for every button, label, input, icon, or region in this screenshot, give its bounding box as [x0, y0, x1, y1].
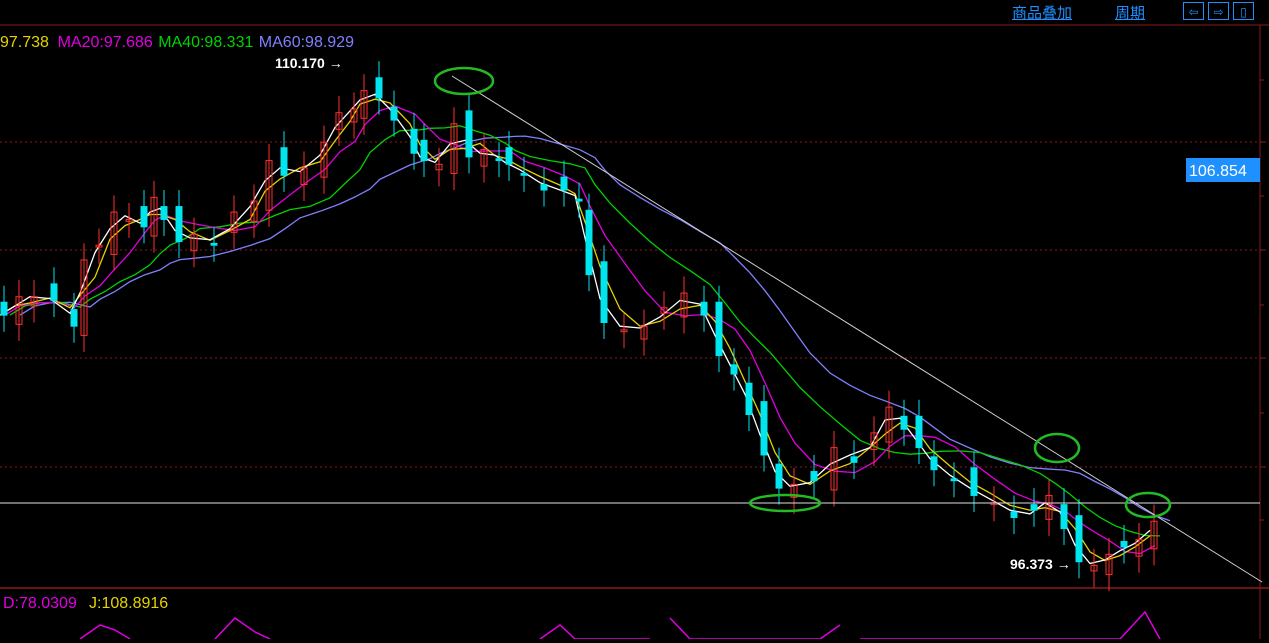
candle-body [760, 401, 768, 456]
candle-body [715, 301, 723, 357]
candle-body [775, 463, 783, 489]
candle-body [505, 147, 513, 165]
ma-legend-item: MA20:97.686 [58, 34, 153, 51]
candle-body [175, 206, 183, 243]
candle-body [50, 283, 58, 301]
candle-body [540, 183, 548, 191]
annotation-ellipse [1124, 491, 1172, 519]
candle-body [410, 128, 418, 154]
candle-body [600, 261, 608, 323]
candle-body [280, 147, 288, 176]
ma-legend-item: MA40:98.331 [158, 34, 253, 51]
candle-body [930, 456, 938, 471]
candle-body [210, 242, 218, 246]
candle-body [915, 415, 923, 449]
indicator-legend-item: J:108.8916 [89, 595, 168, 612]
candle-body [1060, 504, 1068, 530]
overlay-link[interactable]: 商品叠加 [1012, 2, 1072, 23]
candle-body [140, 206, 148, 228]
period-link[interactable]: 周期 [1115, 2, 1145, 23]
candle-body [1120, 540, 1128, 548]
candle-body [0, 301, 8, 316]
candle-body [495, 158, 503, 162]
trendline [451, 75, 1263, 583]
candle-body [390, 106, 398, 121]
candle-body [900, 415, 908, 430]
annotation-ellipse [433, 66, 495, 96]
low-label: 96.373 → [1010, 556, 1071, 572]
candle-body [1075, 515, 1083, 563]
candle-body [375, 77, 383, 99]
candle-body [810, 471, 818, 482]
ma60-line [19, 135, 1171, 522]
candle-body [850, 456, 858, 463]
nav-next-button[interactable]: ⇨ [1208, 2, 1229, 20]
candle-body [970, 467, 978, 496]
candle-body [520, 172, 528, 176]
annotation-ellipse [1033, 432, 1081, 464]
ma-legend-item: MA60:98.929 [259, 34, 354, 51]
high-label: 110.170 → [275, 55, 343, 71]
ma20-line [4, 105, 1156, 555]
nav-layout-button[interactable]: ▯ [1233, 2, 1254, 20]
candle-body [730, 364, 738, 375]
kdj-curve [79, 610, 1161, 640]
ma-legend-item: 97.738 [0, 34, 49, 51]
candle-body [585, 209, 593, 276]
candle-body [700, 301, 708, 316]
candle-body [420, 139, 428, 162]
candle-body [575, 198, 583, 202]
candle-body [1030, 504, 1038, 511]
indicator-legend-item: D:78.0309 [3, 595, 77, 612]
candle-body [950, 478, 958, 482]
candle-body [160, 206, 168, 220]
candle-body [465, 110, 473, 158]
candle-body [745, 382, 753, 415]
kline-chart[interactable]: 110.170 → 96.373 → 106.854 97.738 MA20:97.68… [0, 0, 1269, 640]
candle-body [1010, 511, 1018, 519]
candle-body [70, 309, 78, 327]
candle-body [560, 176, 568, 191]
nav-prev-button[interactable]: ⇦ [1183, 2, 1204, 20]
chart-canvas[interactable]: 110.170 → 96.373 → 106.854 97.738 MA20:97.68… [0, 0, 1269, 640]
price-tag-label: 106.854 [1189, 163, 1247, 180]
